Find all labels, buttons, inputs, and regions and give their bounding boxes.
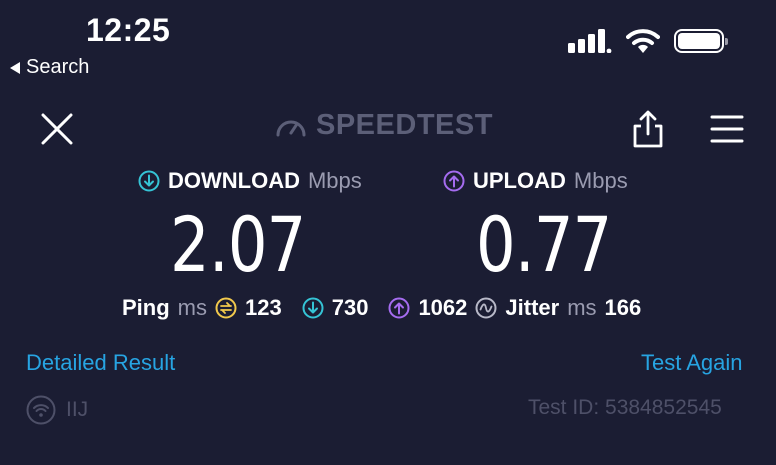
isp-name: IIJ	[66, 398, 89, 421]
download-unit: Mbps	[307, 168, 362, 193]
download-label: DOWNLOAD	[168, 168, 300, 193]
share-icon[interactable]	[630, 108, 666, 150]
ping-row: Ping ms 123 730 1062 Jitter ms 166	[122, 295, 641, 321]
ping-download-value: 730	[331, 295, 369, 320]
upload-unit: Mbps	[573, 168, 628, 193]
close-icon[interactable]	[38, 110, 76, 148]
jitter-value: 166	[604, 295, 642, 320]
gauge-icon	[276, 120, 306, 136]
status-icons	[568, 28, 728, 54]
brand-logo: SPEEDTEST	[274, 109, 493, 142]
jitter-icon	[475, 297, 497, 319]
jitter-unit: ms	[567, 295, 597, 320]
wifi-icon	[626, 29, 660, 53]
menu-icon[interactable]	[710, 113, 744, 145]
battery-icon	[674, 29, 728, 53]
upload-arrow-icon	[443, 170, 465, 192]
test-id: Test ID: 5384852545	[528, 396, 722, 419]
back-to-search-button[interactable]: Search	[10, 56, 89, 79]
ping-download-icon	[302, 297, 324, 319]
upload-header: UPLOAD Mbps	[443, 168, 628, 194]
download-arrow-icon	[138, 170, 160, 192]
ping-unit: ms	[177, 295, 207, 320]
back-label: Search	[26, 56, 90, 78]
ping-upload-value: 1062	[418, 295, 468, 320]
back-arrow-icon	[10, 61, 20, 74]
detailed-result-link[interactable]: Detailed Result	[26, 350, 175, 376]
download-value: 2.07	[170, 200, 306, 289]
jitter-label: Jitter	[505, 295, 560, 320]
status-time: 12:25	[86, 12, 171, 48]
signal-icon	[568, 29, 612, 53]
ping-idle-icon	[215, 297, 237, 319]
isp-info: IIJ	[26, 395, 88, 425]
test-again-link[interactable]: Test Again	[641, 350, 743, 376]
ping-idle-value: 123	[245, 295, 282, 320]
brand-name: SPEEDTEST	[316, 109, 493, 141]
wifi-circle-icon	[26, 395, 56, 425]
upload-label: UPLOAD	[473, 168, 566, 193]
download-header: DOWNLOAD Mbps	[138, 168, 362, 194]
ping-upload-icon	[388, 297, 410, 319]
ping-label: Ping	[122, 295, 170, 320]
upload-value: 0.77	[476, 200, 612, 289]
speedtest-screen: 12:25 Search SPEEDTEST DOWNLOAD Mbps 2.0…	[0, 0, 776, 465]
